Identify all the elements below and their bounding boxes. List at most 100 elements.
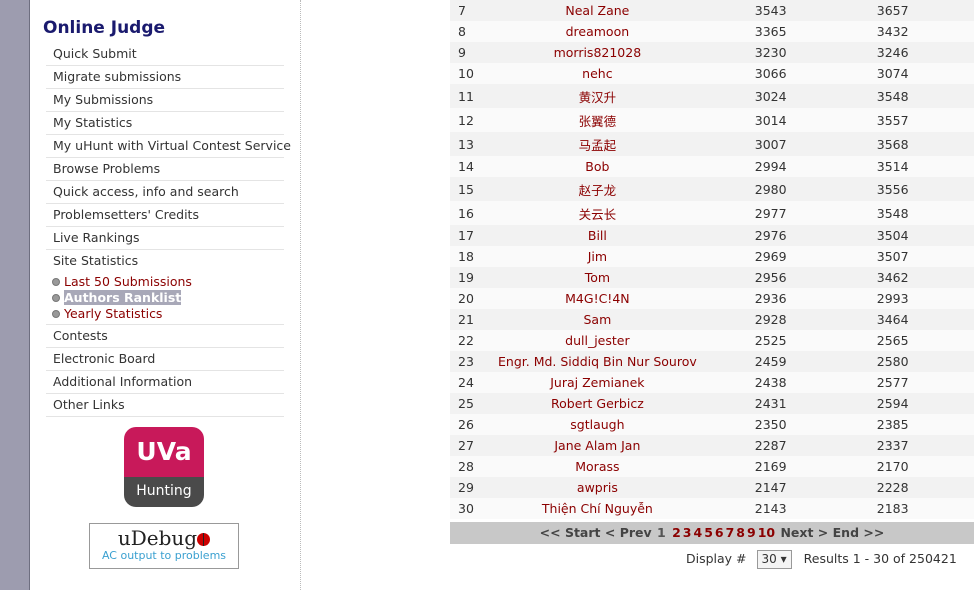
- uva-hunting-logo[interactable]: UVa Hunting: [124, 427, 204, 507]
- menu-migrate-submissions[interactable]: Migrate submissions: [46, 66, 284, 89]
- rank-cell: 14: [450, 156, 498, 177]
- left-edge-bar: [0, 0, 30, 590]
- author-name-link[interactable]: dreamoon: [498, 21, 697, 42]
- solved-count-cell: 2459: [696, 351, 877, 372]
- author-name-link[interactable]: Thiện Chí Nguyễn: [498, 498, 697, 519]
- udebug-banner[interactable]: uDebug AC output to problems: [89, 523, 239, 569]
- rank-cell: 29: [450, 477, 498, 498]
- solved-count-cell: 2976: [696, 225, 877, 246]
- pager-page-link[interactable]: 2: [672, 525, 681, 540]
- solved-count-cell: 2969: [696, 246, 877, 267]
- submissions-count-cell: 3432: [876, 21, 974, 42]
- author-name-link[interactable]: Sam: [498, 309, 697, 330]
- menu-site-statistics[interactable]: Site Statistics: [46, 250, 284, 272]
- menu-quick-submit[interactable]: Quick Submit: [46, 43, 284, 66]
- pager-page-link[interactable]: 9: [747, 525, 756, 540]
- author-name-link[interactable]: Jim: [498, 246, 697, 267]
- solved-count-cell: 3543: [696, 0, 877, 21]
- author-name-link[interactable]: Morass: [498, 456, 697, 477]
- pager-page-link[interactable]: 6: [715, 525, 724, 540]
- submenu-authors-ranklist[interactable]: Authors Ranklist: [52, 290, 284, 306]
- submissions-count-cell: 3514: [876, 156, 974, 177]
- author-name-link[interactable]: 赵子龙: [498, 177, 697, 201]
- menu-other-links[interactable]: Other Links: [46, 394, 284, 417]
- rank-cell: 10: [450, 63, 498, 84]
- menu-additional-information[interactable]: Additional Information: [46, 371, 284, 394]
- solved-count-cell: 3365: [696, 21, 877, 42]
- rank-cell: 12: [450, 108, 498, 132]
- author-name-link[interactable]: Bob: [498, 156, 697, 177]
- author-name-link[interactable]: 马孟起: [498, 132, 697, 156]
- table-row: 19 Tom 2956 3462: [450, 267, 974, 288]
- menu-my-submissions[interactable]: My Submissions: [46, 89, 284, 112]
- display-controls: Display # 30 ▾ Results 1 - 30 of 250421: [686, 549, 957, 569]
- menu-quick-access[interactable]: Quick access, info and search: [46, 181, 284, 204]
- author-name-link[interactable]: Robert Gerbicz: [498, 393, 697, 414]
- author-name-link[interactable]: 黄汉升: [498, 84, 697, 108]
- table-row: 18 Jim 2969 3507: [450, 246, 974, 267]
- pager-next[interactable]: Next >: [780, 525, 828, 540]
- menu-live-rankings[interactable]: Live Rankings: [46, 227, 284, 250]
- author-name-link[interactable]: 关云长: [498, 201, 697, 225]
- submissions-count-cell: 2993: [876, 288, 974, 309]
- pager-start[interactable]: << Start: [540, 525, 601, 540]
- table-row: 15 赵子龙 2980 3556: [450, 177, 974, 201]
- pager-end[interactable]: End >>: [833, 525, 885, 540]
- table-row: 8 dreamoon 3365 3432: [450, 21, 974, 42]
- pager-current-page: 1: [657, 525, 666, 540]
- submissions-count-cell: 3507: [876, 246, 974, 267]
- submenu-last-50-submissions[interactable]: Last 50 Submissions: [52, 274, 284, 290]
- submissions-count-cell: 3504: [876, 225, 974, 246]
- author-name-link[interactable]: Juraj Zemianek: [498, 372, 697, 393]
- menu-my-uhunt[interactable]: My uHunt with Virtual Contest Service: [46, 135, 291, 158]
- pager-page-link[interactable]: 10: [758, 525, 775, 540]
- menu-my-statistics[interactable]: My Statistics: [46, 112, 284, 135]
- sidebar-title: Online Judge: [43, 18, 166, 38]
- submissions-count-cell: 2183: [876, 498, 974, 519]
- author-name-link[interactable]: morris821028: [498, 42, 697, 63]
- menu-browse-problems[interactable]: Browse Problems: [46, 158, 284, 181]
- submissions-count-cell: 3557: [876, 108, 974, 132]
- solved-count-cell: 2994: [696, 156, 877, 177]
- submissions-count-cell: 2228: [876, 477, 974, 498]
- submenu-label: Yearly Statistics: [64, 306, 163, 321]
- rank-cell: 21: [450, 309, 498, 330]
- author-name-link[interactable]: M4G!C!4N: [498, 288, 697, 309]
- table-row: 13 马孟起 3007 3568: [450, 132, 974, 156]
- table-row: 21 Sam 2928 3464: [450, 309, 974, 330]
- pager-page-link[interactable]: 7: [726, 525, 735, 540]
- pager-page-link[interactable]: 5: [704, 525, 713, 540]
- menu-electronic-board[interactable]: Electronic Board: [46, 348, 284, 371]
- author-name-link[interactable]: Engr. Md. Siddiq Bin Nur Sourov: [498, 351, 697, 372]
- author-name-link[interactable]: awpris: [498, 477, 697, 498]
- sidebar: Online Judge Quick Submit Migrate submis…: [30, 0, 301, 590]
- menu-contests[interactable]: Contests: [46, 325, 284, 348]
- menu-problemsetters-credits[interactable]: Problemsetters' Credits: [46, 204, 284, 227]
- solved-count-cell: 2350: [696, 414, 877, 435]
- author-name-link[interactable]: Bill: [498, 225, 697, 246]
- author-name-link[interactable]: sgtlaugh: [498, 414, 697, 435]
- author-name-link[interactable]: dull_jester: [498, 330, 697, 351]
- table-row: 10 nehc 3066 3074: [450, 63, 974, 84]
- submissions-count-cell: 2565: [876, 330, 974, 351]
- author-name-link[interactable]: 张翼德: [498, 108, 697, 132]
- submissions-count-cell: 3556: [876, 177, 974, 201]
- submissions-count-cell: 2170: [876, 456, 974, 477]
- rank-cell: 18: [450, 246, 498, 267]
- pager-page-link[interactable]: 3: [683, 525, 692, 540]
- pager-prev[interactable]: < Prev: [605, 525, 652, 540]
- author-name-link[interactable]: Jane Alam Jan: [498, 435, 697, 456]
- submissions-count-cell: 3548: [876, 201, 974, 225]
- rank-cell: 16: [450, 201, 498, 225]
- submenu-yearly-statistics[interactable]: Yearly Statistics: [52, 306, 284, 322]
- solved-count-cell: 2143: [696, 498, 877, 519]
- author-name-link[interactable]: Tom: [498, 267, 697, 288]
- uva-logo-top: UVa: [124, 427, 204, 477]
- author-name-link[interactable]: Neal Zane: [498, 0, 697, 21]
- solved-count-cell: 3066: [696, 63, 877, 84]
- pager-page-link[interactable]: 8: [736, 525, 745, 540]
- pager-page-link[interactable]: 4: [693, 525, 702, 540]
- display-count-select[interactable]: 30 ▾: [756, 550, 792, 569]
- author-name-link[interactable]: nehc: [498, 63, 697, 84]
- rank-cell: 17: [450, 225, 498, 246]
